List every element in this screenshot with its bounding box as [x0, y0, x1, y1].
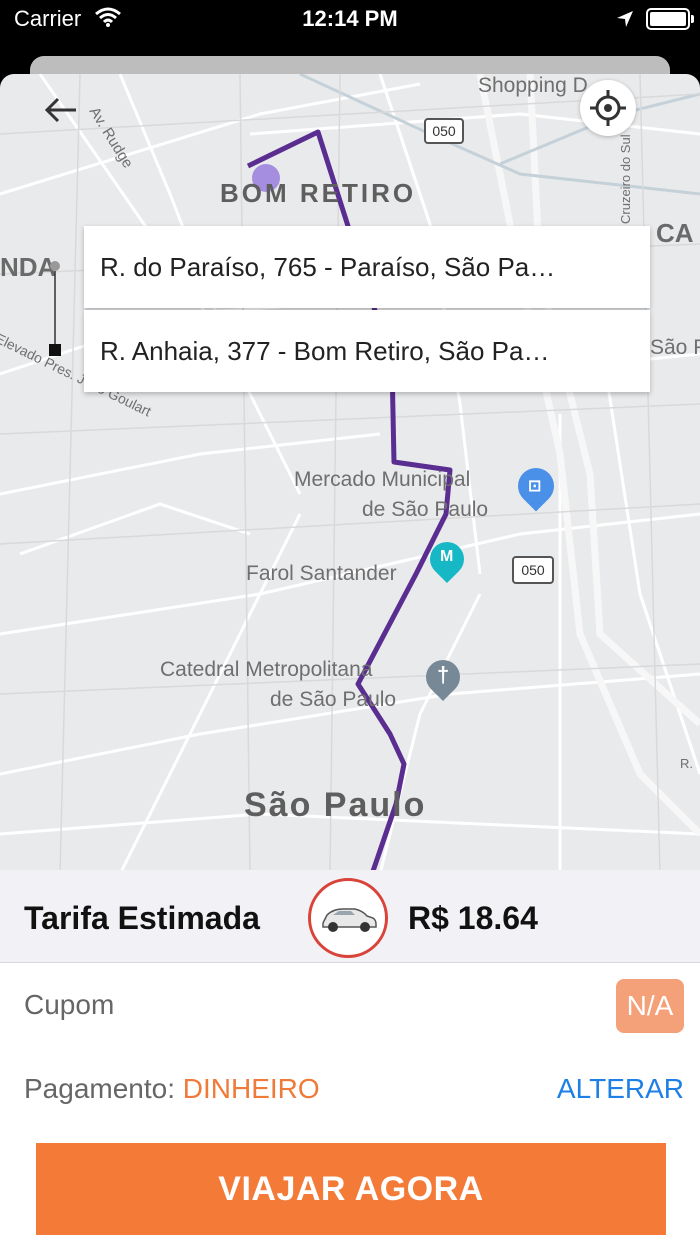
my-location-button[interactable]	[580, 80, 636, 136]
fare-value: R$ 18.64	[408, 900, 538, 936]
change-payment-link[interactable]: ALTERAR	[557, 1073, 684, 1105]
coupon-label: Cupom	[24, 989, 115, 1020]
map-view[interactable]: BOM RETIRO Shopping D Mercado Municipal …	[0, 74, 700, 874]
origin-address-text: R. do Paraíso, 765 - Paraíso, São Pa…	[100, 251, 556, 282]
trip-details: Cupom N/A Pagamento: DINHEIRO ALTERAR	[0, 963, 700, 1133]
museum-glyph-icon: M	[440, 548, 454, 565]
origin-address-field[interactable]: R. do Paraíso, 765 - Paraíso, São Pa…	[84, 226, 650, 308]
map-label-catedral-1: Catedral Metropolitana	[160, 658, 373, 681]
vehicle-selector[interactable]	[308, 878, 388, 958]
map-label-ca: CA	[656, 218, 694, 248]
map-label-sao-p: São P	[650, 336, 700, 359]
map-label-farol: Farol Santander	[246, 562, 397, 585]
car-icon	[322, 908, 377, 932]
arrow-left-icon	[44, 97, 76, 123]
map-label-cruzeiro: Cruzeiro do Sul	[618, 134, 633, 224]
map-label-bom-retiro: BOM RETIRO	[220, 178, 417, 208]
destination-address-field[interactable]: R. Anhaia, 377 - Bom Retiro, São Pa…	[84, 310, 650, 392]
cross-glyph-icon: †	[437, 662, 450, 687]
payment-row: Pagamento: DINHEIRO	[24, 1073, 320, 1105]
map-label-shopping: Shopping D	[478, 74, 588, 97]
payment-label: Pagamento:	[24, 1073, 175, 1104]
highway-shield: 050	[424, 118, 464, 144]
coupon-button[interactable]: N/A	[616, 979, 684, 1033]
route-indicator	[48, 260, 62, 360]
clock: 12:14 PM	[302, 6, 398, 31]
battery-icon	[646, 8, 694, 30]
footer: VIAJAR AGORA	[0, 1131, 700, 1244]
ride-now-button[interactable]: VIAJAR AGORA	[36, 1143, 666, 1235]
highway-shield: 050	[512, 556, 554, 584]
back-button[interactable]	[38, 90, 86, 130]
map-label-sao-paulo: São Paulo	[244, 786, 427, 824]
map-label-mercado-2: de São Paulo	[362, 498, 489, 521]
map-label-mercado-1: Mercado Municipal	[294, 468, 471, 491]
crosshair-icon	[590, 90, 626, 126]
payment-method: DINHEIRO	[182, 1073, 320, 1104]
location-arrow-icon	[616, 10, 634, 33]
fare-estimate-bar: Tarifa Estimada R$ 18.64	[0, 870, 700, 963]
map-label-r: R.	[680, 756, 693, 771]
destination-address-text: R. Anhaia, 377 - Bom Retiro, São Pa…	[100, 335, 550, 366]
fare-label: Tarifa Estimada	[24, 900, 260, 936]
map-label-catedral-2: de São Paulo	[270, 688, 397, 711]
cart-glyph-icon: ⊡	[528, 478, 542, 495]
status-bar: Carrier 12:14 PM	[0, 0, 700, 58]
